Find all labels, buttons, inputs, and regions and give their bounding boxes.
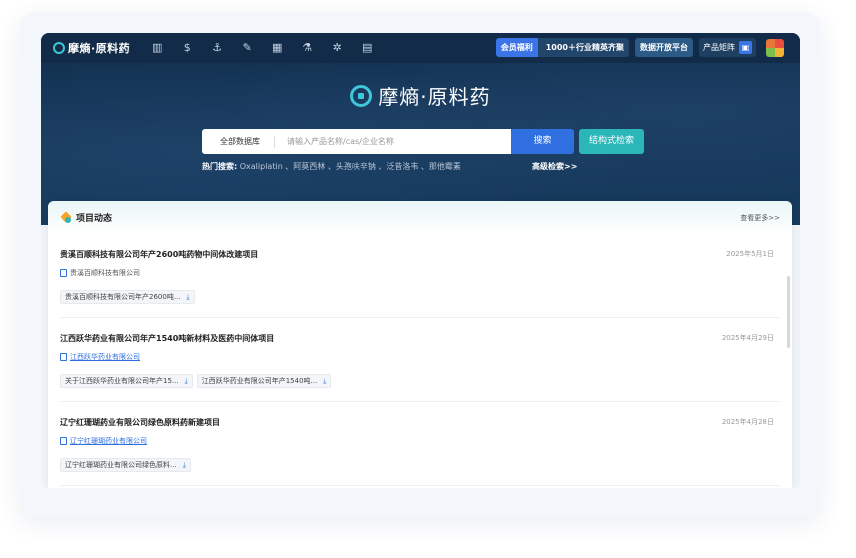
download-icon[interactable]: ⤓ xyxy=(323,375,326,387)
logo[interactable]: 摩熵·原料药 xyxy=(53,40,130,56)
project-name[interactable]: 辽宁红珊瑚药业有限公司绿色原料药新建项目 xyxy=(60,417,220,428)
hot-search: 热门搜索: Oxaliplatin 、阿莫西林 、头孢呋辛钠 、泛昔洛韦 、那他… xyxy=(202,161,461,172)
download-icon[interactable]: ⤓ xyxy=(187,291,190,303)
project-date: 2025年4月28日 xyxy=(721,418,774,426)
building-icon xyxy=(60,353,67,361)
search-row: 全部数据库 请输入产品名称/cas/企业名称 搜索 结构式检索 xyxy=(202,129,645,154)
flask-icon[interactable]: ⚗ xyxy=(300,41,314,55)
view-more-link[interactable]: 查看更多>> xyxy=(740,213,780,223)
company-row[interactable]: 贵溪百顺科技有限公司 xyxy=(60,268,140,278)
list-item[interactable]: 辽宁红珊瑚药业有限公司绿色原料药新建项目 2025年4月28日 辽宁红珊瑚药业有… xyxy=(60,402,780,486)
project-name[interactable]: 贵溪百顺科技有限公司年产2600吨药物中间体改建项目 xyxy=(60,249,258,260)
hot-search-terms[interactable]: Oxaliplatin 、阿莫西林 、头孢呋辛钠 、泛昔洛韦 、那他霉素 xyxy=(240,162,461,171)
brand-title: 摩熵·原料药 xyxy=(378,85,491,109)
project-panel: 项目动态 查看更多>> 贵溪百顺科技有限公司年产2600吨药物中间体改建项目 2… xyxy=(48,201,792,488)
brand: 摩熵·原料药 xyxy=(41,81,800,110)
file-list: 关于江西跃华药业有限公司年产15... ⤓ 江西跃华药业有限公司年产1540吨.… xyxy=(60,374,335,388)
chart-icon[interactable]: ▥ xyxy=(150,41,164,55)
list-item[interactable]: 贵溪百顺科技有限公司年产2600吨药物中间体改建项目 2025年5月1日 贵溪百… xyxy=(60,234,780,318)
project-list: 贵溪百顺科技有限公司年产2600吨药物中间体改建项目 2025年5月1日 贵溪百… xyxy=(48,234,792,486)
company-name: 贵溪百顺科技有限公司 xyxy=(70,269,140,277)
product-matrix-label: 产品矩阵 xyxy=(703,43,735,52)
file-chip[interactable]: 贵溪百顺科技有限公司年产2600吨... ⤓ xyxy=(60,290,195,304)
project-icon xyxy=(60,212,72,224)
file-chip[interactable]: 关于江西跃华药业有限公司年产15... ⤓ xyxy=(60,374,193,388)
molecule-icon[interactable]: ✲ xyxy=(330,41,344,55)
advanced-search-link[interactable]: 高级检索>> xyxy=(532,161,577,172)
file-chip[interactable]: 江西跃华药业有限公司年产1540吨... ⤓ xyxy=(196,374,332,388)
panel-header: 项目动态 查看更多>> xyxy=(48,201,792,234)
calculator-icon[interactable]: ▦ xyxy=(270,41,284,55)
product-matrix-button[interactable]: 产品矩阵 ▣ xyxy=(699,38,756,57)
company-name: 辽宁红珊瑚药业有限公司 xyxy=(70,437,147,445)
document-icon[interactable]: ▤ xyxy=(360,41,374,55)
list-item[interactable]: 江西跃华药业有限公司年产1540吨新材料及医药中间体项目 2025年4月29日 … xyxy=(60,318,780,402)
logo-text: 摩熵·原料药 xyxy=(68,42,131,55)
file-name: 关于江西跃华药业有限公司年产15... xyxy=(65,377,179,385)
search-box[interactable]: 全部数据库 请输入产品名称/cas/企业名称 xyxy=(202,129,511,154)
nav-icons: ▥ $ ⚓ ✎ ▦ ⚗ ✲ ▤ xyxy=(150,41,390,55)
file-list: 辽宁红珊瑚药业有限公司绿色原料... ⤓ xyxy=(60,458,195,472)
company-row[interactable]: 辽宁红珊瑚药业有限公司 xyxy=(60,436,147,446)
download-icon[interactable]: ⤓ xyxy=(185,375,188,387)
file-name: 江西跃华药业有限公司年产1540吨... xyxy=(201,377,318,385)
company-name: 江西跃华药业有限公司 xyxy=(70,353,140,361)
open-platform-button[interactable]: 数据开放平台 xyxy=(635,38,693,57)
project-date: 2025年5月1日 xyxy=(726,250,774,258)
company-row[interactable]: 江西跃华药业有限公司 xyxy=(60,352,140,362)
dollar-icon[interactable]: $ xyxy=(180,41,194,55)
logo-icon xyxy=(53,42,65,54)
matrix-icon: ▣ xyxy=(739,41,752,54)
anchor-icon[interactable]: ⚓ xyxy=(210,41,224,55)
nav-right: 会员福利 1000＋行业精英齐聚 数据开放平台 产品矩阵 ▣ xyxy=(495,38,784,57)
avatar[interactable] xyxy=(766,38,784,57)
hot-search-label: 热门搜索: xyxy=(202,162,238,171)
building-icon xyxy=(60,437,67,445)
member-label: 会员福利 xyxy=(495,38,538,57)
project-name[interactable]: 江西跃华药业有限公司年产1540吨新材料及医药中间体项目 xyxy=(60,333,274,344)
search-input[interactable]: 请输入产品名称/cas/企业名称 xyxy=(275,136,394,147)
file-list: 贵溪百顺科技有限公司年产2600吨... ⤓ xyxy=(60,290,199,304)
hero-banner: 摩熵·原料药 ▥ $ ⚓ ✎ ▦ ⚗ ✲ ▤ 会员福利 1000＋行业精英齐聚 … xyxy=(41,33,800,225)
structure-search-button[interactable]: 结构式检索 xyxy=(579,129,645,154)
download-icon[interactable]: ⤓ xyxy=(183,459,186,471)
project-date: 2025年4月29日 xyxy=(721,334,774,342)
file-chip[interactable]: 辽宁红珊瑚药业有限公司绿色原料... ⤓ xyxy=(60,458,191,472)
building-icon xyxy=(60,269,67,277)
search-button[interactable]: 搜索 xyxy=(511,129,574,154)
top-nav: 摩熵·原料药 ▥ $ ⚓ ✎ ▦ ⚗ ✲ ▤ 会员福利 1000＋行业精英齐聚 … xyxy=(41,33,800,63)
file-name: 贵溪百顺科技有限公司年产2600吨... xyxy=(65,293,181,301)
edit-doc-icon[interactable]: ✎ xyxy=(240,41,254,55)
file-name: 辽宁红珊瑚药业有限公司绿色原料... xyxy=(65,461,177,469)
brand-logo-icon xyxy=(350,84,373,107)
panel-title: 项目动态 xyxy=(76,214,113,224)
scope-select[interactable]: 全部数据库 xyxy=(202,135,275,148)
member-promo: 1000＋行业精英齐聚 xyxy=(537,38,629,57)
member-badge[interactable]: 会员福利 1000＋行业精英齐聚 xyxy=(495,38,629,57)
open-platform-label: 数据开放平台 xyxy=(640,43,688,52)
scrollbar[interactable] xyxy=(787,276,790,348)
app-window: 摩熵·原料药 ▥ $ ⚓ ✎ ▦ ⚗ ✲ ▤ 会员福利 1000＋行业精英齐聚 … xyxy=(41,33,800,488)
